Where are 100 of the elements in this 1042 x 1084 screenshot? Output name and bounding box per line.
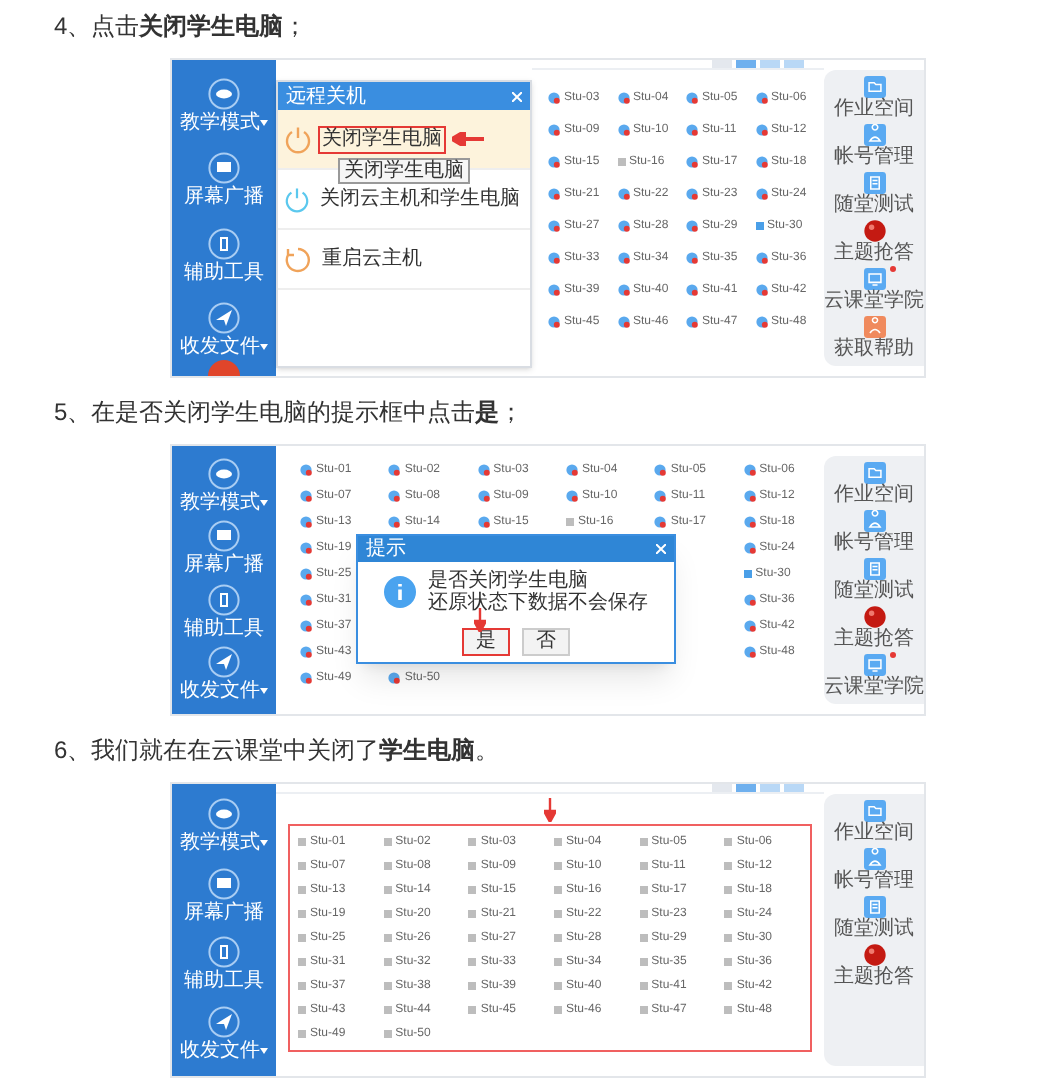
sidebar-icon	[208, 520, 240, 553]
tool-label[interactable]: 主题抢答	[834, 966, 914, 988]
offline-status-icon	[298, 910, 306, 918]
offline-status-icon	[554, 934, 562, 942]
sidebar-label[interactable]: 屏幕广播	[184, 554, 264, 577]
menu-title: 远程关机	[286, 85, 366, 107]
tool-label[interactable]: 作业空间	[834, 822, 914, 844]
folder-icon	[863, 76, 885, 98]
monitor-icon	[863, 268, 885, 290]
document-icon	[863, 172, 885, 194]
computer-status-icon	[300, 490, 312, 502]
computer-status-icon	[755, 284, 767, 296]
computer-status-icon	[755, 316, 767, 328]
sidebar-label[interactable]: 辅助工具	[184, 970, 264, 993]
computer-status-icon	[743, 620, 756, 632]
computer-status-icon	[477, 464, 490, 476]
dialog-message: 还原状态下数据不会保存	[428, 592, 648, 614]
power-button[interactable]	[208, 360, 240, 376]
offline-status-icon	[639, 910, 648, 918]
offline-status-icon	[617, 158, 625, 166]
computer-status-icon	[755, 156, 767, 168]
user-icon	[863, 848, 885, 870]
tool-label[interactable]: 获取帮助	[834, 338, 914, 360]
computer-status-icon	[654, 464, 667, 476]
computer-status-icon	[388, 464, 401, 476]
offline-status-icon	[639, 1006, 648, 1014]
sidebar-label[interactable]: 教学模式	[180, 491, 260, 514]
dialog-button[interactable]: 否	[522, 628, 570, 656]
sidebar-icon	[208, 302, 240, 335]
offline-status-icon	[383, 1006, 392, 1014]
tool-label[interactable]: 主题抢答	[834, 628, 914, 650]
computer-status-icon	[388, 490, 401, 502]
arrow-icon	[544, 798, 556, 822]
offline-status-icon	[554, 886, 562, 894]
offline-status-icon	[468, 862, 477, 870]
sidebar-icon	[208, 1005, 240, 1038]
sidebar-label[interactable]: 辅助工具	[184, 617, 264, 640]
sidebar-label[interactable]: 收发文件	[180, 336, 260, 359]
computer-status-icon	[686, 188, 698, 200]
offline-status-icon	[724, 934, 733, 942]
ball-icon	[863, 220, 885, 242]
dialog-button[interactable]: 是	[462, 628, 510, 656]
tool-label[interactable]: 作业空间	[834, 98, 914, 120]
sidebar-icon	[208, 227, 240, 260]
offline-status-icon	[724, 1006, 733, 1014]
online-status-icon	[743, 570, 752, 578]
computer-status-icon	[686, 92, 698, 104]
offline-status-icon	[639, 838, 648, 846]
ball-icon	[863, 944, 885, 966]
offline-status-icon	[298, 982, 306, 990]
computer-status-icon	[617, 220, 629, 232]
arrow-icon	[452, 132, 484, 146]
user-icon	[863, 510, 885, 532]
computer-status-icon	[300, 516, 312, 528]
offline-status-icon	[554, 862, 562, 870]
caret-icon	[260, 840, 268, 847]
sidebar-label[interactable]: 教学模式	[180, 832, 260, 855]
tool-label[interactable]: 随堂测试	[834, 194, 914, 216]
offline-status-icon	[298, 838, 306, 846]
offline-status-icon	[468, 838, 477, 846]
offline-status-icon	[554, 838, 562, 846]
restart-icon	[284, 245, 312, 273]
power-icon	[284, 185, 310, 213]
sidebar-label[interactable]: 收发文件	[180, 1039, 260, 1062]
close-icon[interactable]	[512, 91, 522, 101]
info-icon	[384, 576, 416, 608]
tool-label[interactable]: 帐号管理	[834, 146, 914, 168]
offline-status-icon	[383, 934, 392, 942]
tool-label[interactable]: 主题抢答	[834, 242, 914, 264]
computer-status-icon	[548, 284, 560, 296]
computer-status-icon	[617, 124, 629, 136]
offline-status-icon	[639, 886, 648, 894]
close-icon[interactable]	[656, 544, 666, 554]
sidebar-label[interactable]: 辅助工具	[184, 261, 264, 284]
online-status-icon	[755, 222, 763, 230]
tool-label[interactable]: 帐号管理	[834, 870, 914, 892]
tool-label[interactable]: 云课堂学院	[824, 676, 924, 698]
computer-status-icon	[477, 490, 490, 502]
sidebar-label[interactable]: 屏幕广播	[184, 901, 264, 924]
sidebar-label[interactable]: 收发文件	[180, 680, 260, 703]
computer-status-icon	[548, 124, 560, 136]
computer-status-icon	[617, 92, 629, 104]
computer-status-icon	[743, 542, 756, 554]
sidebar-icon	[208, 646, 240, 679]
person-icon	[863, 316, 885, 338]
tool-label[interactable]: 随堂测试	[834, 580, 914, 602]
computer-status-icon	[548, 252, 560, 264]
tool-label[interactable]: 作业空间	[834, 484, 914, 506]
sidebar-icon	[208, 77, 240, 110]
sidebar-label[interactable]: 屏幕广播	[184, 186, 264, 209]
tool-label[interactable]: 随堂测试	[834, 918, 914, 940]
computer-status-icon	[686, 124, 698, 136]
sidebar-label[interactable]: 教学模式	[180, 111, 260, 134]
tool-label[interactable]: 帐号管理	[834, 532, 914, 554]
offline-status-icon	[298, 1006, 306, 1014]
offline-status-icon	[383, 838, 392, 846]
ball-icon	[863, 606, 885, 628]
menu-item[interactable]: 重启云主机	[278, 230, 530, 290]
tool-label[interactable]: 云课堂学院	[824, 290, 924, 312]
caret-icon	[260, 119, 268, 126]
